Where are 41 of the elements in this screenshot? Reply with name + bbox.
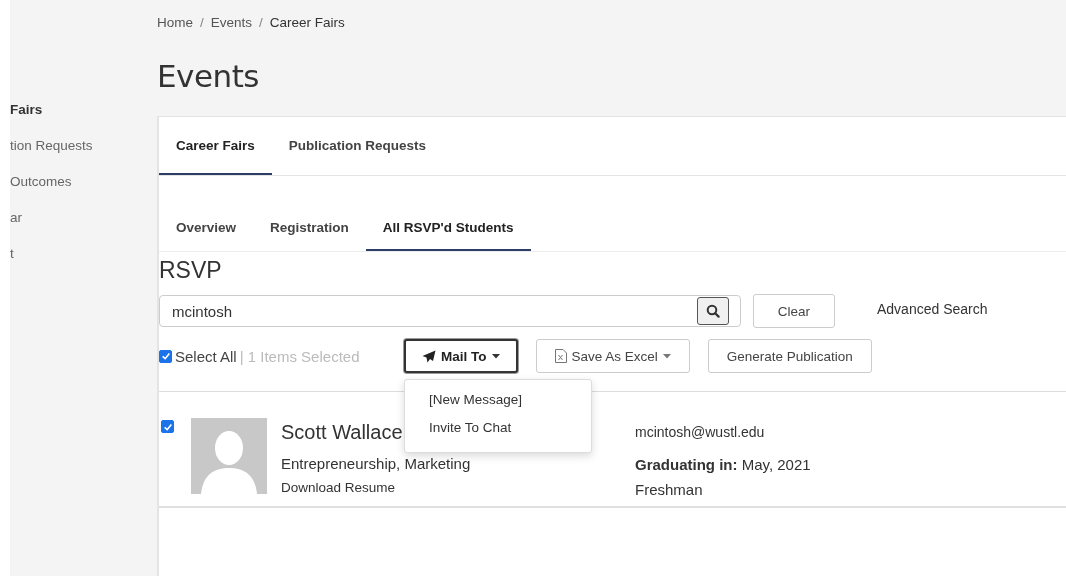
class-year: Freshman xyxy=(635,481,704,498)
sidebar-item[interactable]: tion Requests xyxy=(10,138,157,156)
search-field[interactable]: mcintosh xyxy=(159,295,741,327)
caret-icon xyxy=(491,353,500,359)
breadcrumb-separator: / xyxy=(259,15,263,30)
sidebar-item[interactable]: t xyxy=(10,246,157,264)
breadcrumb-separator: / xyxy=(200,15,204,30)
search-icon xyxy=(706,304,720,318)
breadcrumb-link[interactable]: Career Fairs xyxy=(269,15,345,30)
advanced-search-link[interactable]: Advanced Search xyxy=(877,301,988,317)
selected-count: | 1 Items Selected xyxy=(239,347,360,365)
tab[interactable]: Career Fairs xyxy=(159,117,272,175)
student-name: Scott Wallace xyxy=(281,421,403,445)
tab[interactable]: Registration xyxy=(253,176,366,251)
sidebar-item[interactable]: Fairs xyxy=(10,102,157,120)
breadcrumb-link[interactable]: Home xyxy=(157,15,193,30)
mail-to-button[interactable]: Mail To xyxy=(404,339,518,373)
tab[interactable]: Overview xyxy=(159,176,254,251)
download-resume-link[interactable]: Download Resume xyxy=(281,480,635,495)
breadcrumb-link[interactable]: Events xyxy=(210,15,253,30)
graduation-date: Graduating in: May, 2021 xyxy=(635,456,811,473)
search-button[interactable] xyxy=(697,297,729,325)
student-checkbox[interactable] xyxy=(161,420,174,433)
generate-publication-button[interactable]: Generate Publication xyxy=(707,339,872,373)
menu-item[interactable]: Invite To Chat xyxy=(405,416,591,444)
spreadsheet-file-icon xyxy=(554,349,567,363)
clear-button[interactable]: Clear xyxy=(753,294,835,328)
tab[interactable]: All RSVP'd Students xyxy=(365,176,531,251)
tab[interactable]: Publication Requests xyxy=(271,117,444,175)
save-as-excel-button[interactable]: Save As Excel xyxy=(535,339,690,373)
student-email: mcintosh@wustl.edu xyxy=(635,424,766,440)
student-majors: Entrepreneurship, Marketing xyxy=(281,455,472,472)
select-all-checkbox[interactable] xyxy=(159,349,172,363)
section-title: RSVP xyxy=(159,257,223,284)
page-title: Events xyxy=(157,58,260,94)
caret-icon xyxy=(662,353,671,359)
menu-item[interactable]: [New Message] xyxy=(405,388,591,416)
paper-plane-icon xyxy=(422,349,436,363)
sidebar-item[interactable]: Outcomes xyxy=(10,174,157,192)
sidebar-item[interactable]: ar xyxy=(10,210,157,228)
select-all-label: Select All xyxy=(175,347,237,365)
